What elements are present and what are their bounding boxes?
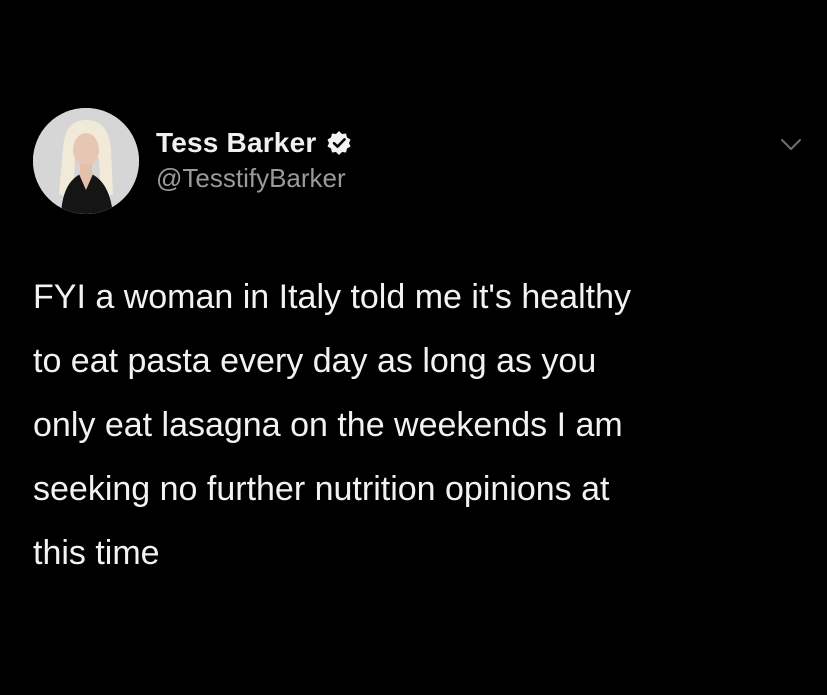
author-info: Tess Barker @TesstifyBarker <box>156 126 352 194</box>
chevron-down-icon[interactable] <box>780 138 802 152</box>
author-display-name[interactable]: Tess Barker <box>156 127 316 159</box>
avatar-photo <box>33 108 139 214</box>
author-avatar[interactable] <box>33 108 139 214</box>
tweet-text-line: this time <box>33 534 160 572</box>
tweet-text-line: FYI a woman in Italy told me it's health… <box>33 278 631 316</box>
tweet-text-line: to eat pasta every day as long as you <box>33 342 597 380</box>
tweet-text: FYI a woman in Italy told me it's health… <box>33 265 793 585</box>
tweet-card: Tess Barker @TesstifyBarker FYI a woman … <box>0 0 827 695</box>
author-handle[interactable]: @TesstifyBarker <box>156 163 352 194</box>
author-name-row: Tess Barker <box>156 126 352 160</box>
verified-badge-icon <box>327 131 351 155</box>
tweet-text-line: seeking no further nutrition opinions at <box>33 470 610 508</box>
tweet-text-line: only eat lasagna on the weekends I am <box>33 406 623 444</box>
